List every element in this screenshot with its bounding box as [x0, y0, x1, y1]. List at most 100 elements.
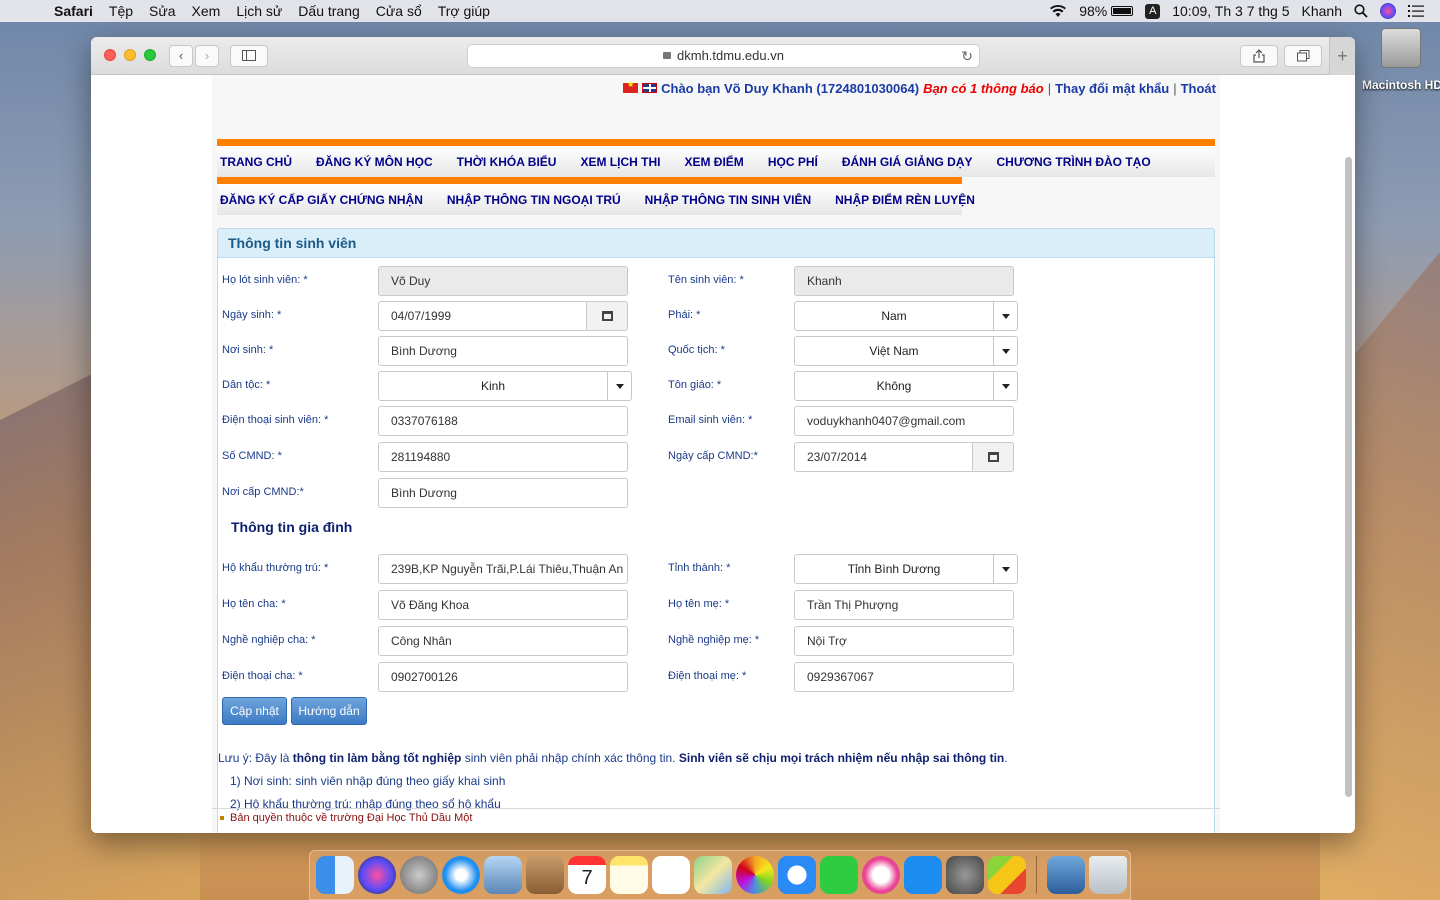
vertical-scrollbar[interactable] — [1345, 157, 1352, 797]
guide-button[interactable]: Hướng dẫn — [291, 697, 367, 725]
screen-sharing-icon[interactable] — [1047, 856, 1085, 894]
select-dan-toc[interactable]: Kinh — [378, 371, 632, 401]
chevron-down-icon — [993, 372, 1017, 400]
menu-status-area: 98% A 10:09, Th 3 7 thg 5 Khanh — [1049, 3, 1440, 19]
nav-course-registration[interactable]: ĐĂNG KÝ MÔN HỌC — [304, 155, 445, 169]
tabs-overview-button[interactable] — [1284, 45, 1322, 67]
note-mid: sinh viên phải nhập chính xác thông tin. — [461, 751, 679, 765]
input-email[interactable]: voduykhanh0407@gmail.com — [794, 406, 1014, 436]
input-dt-me[interactable]: 0929367067 — [794, 662, 1014, 692]
reload-icon[interactable]: ↻ — [961, 45, 973, 67]
menu-edit[interactable]: Sửa — [141, 3, 184, 19]
label-noi-sinh: Nơi sinh: * — [222, 344, 274, 356]
close-window-button[interactable] — [104, 49, 116, 61]
minimize-window-button[interactable] — [124, 49, 136, 61]
nav-grades[interactable]: XEM ĐIỂM — [672, 155, 755, 169]
vietnam-flag-icon[interactable] — [623, 80, 639, 93]
nav-home[interactable]: TRANG CHỦ — [217, 155, 304, 169]
update-button[interactable]: Cập nhật — [222, 697, 287, 725]
nav-exam-schedule[interactable]: XEM LỊCH THI — [568, 155, 672, 169]
calendar-icon[interactable] — [972, 443, 1013, 471]
input-ngay-cap[interactable]: 23/07/2014 — [794, 442, 1014, 472]
input-nghe-cha[interactable]: Công Nhân — [378, 626, 628, 656]
select-tinh-thanh[interactable]: Tỉnh Bình Dương — [794, 554, 1018, 584]
menu-view[interactable]: Xem — [184, 3, 229, 19]
reminders-icon[interactable] — [652, 856, 690, 894]
menu-window[interactable]: Cửa sổ — [368, 3, 430, 19]
share-button[interactable] — [1240, 45, 1278, 67]
input-ngay-sinh[interactable]: 04/07/1999 — [378, 301, 628, 331]
notes-icon[interactable] — [610, 856, 648, 894]
system-preferences-icon[interactable] — [946, 856, 984, 894]
wifi-icon[interactable] — [1049, 4, 1067, 18]
input-dien-thoai[interactable]: 0337076188 — [378, 406, 628, 436]
back-button[interactable]: ‹ — [169, 45, 193, 67]
input-ho-lot[interactable]: Võ Duy — [378, 266, 628, 296]
address-bar[interactable]: dkmh.tdmu.edu.vn ↻ — [467, 44, 980, 68]
nav-teaching-evaluation[interactable]: ĐÁNH GIÁ GIẢNG DẠY — [830, 155, 985, 169]
notification-center-icon[interactable] — [1408, 5, 1424, 17]
desktop-disk[interactable]: Macintosh HD — [1362, 28, 1440, 92]
logout-link[interactable]: Thoát — [1181, 81, 1216, 96]
note-bold-1: thông tin làm bằng tốt nghiệp — [292, 751, 462, 765]
siri-icon[interactable] — [1380, 3, 1396, 19]
input-ten-me[interactable]: Trần Thị Phượng — [794, 590, 1014, 620]
mail-icon[interactable] — [484, 856, 522, 894]
spotlight-icon[interactable] — [1354, 4, 1368, 18]
input-nghe-me[interactable]: Nội Trợ — [794, 626, 1014, 656]
user-name[interactable]: Khanh — [1302, 3, 1342, 19]
menu-bookmarks[interactable]: Dấu trang — [290, 3, 367, 19]
menu-app-name[interactable]: Safari — [46, 3, 101, 19]
menu-history[interactable]: Lịch sử — [228, 3, 290, 19]
nav-timetable[interactable]: THỜI KHÓA BIỂU — [445, 155, 569, 169]
siri-icon[interactable] — [358, 856, 396, 894]
menu-file[interactable]: Tệp — [101, 3, 141, 19]
messages-icon[interactable] — [778, 856, 816, 894]
photos-icon[interactable] — [736, 856, 774, 894]
calendar-icon[interactable]: 7 — [568, 856, 606, 894]
uk-flag-icon[interactable] — [642, 83, 658, 93]
maps-icon[interactable] — [694, 856, 732, 894]
change-password-link[interactable]: Thay đổi mật khẩu — [1055, 81, 1169, 96]
finder-icon[interactable] — [316, 856, 354, 894]
nav-tuition[interactable]: HỌC PHÍ — [756, 155, 830, 169]
nav-conduct-score[interactable]: NHẬP ĐIỂM RÈN LUYỆN — [823, 193, 987, 207]
menu-help[interactable]: Trợ giúp — [430, 3, 498, 19]
facetime-icon[interactable] — [820, 856, 858, 894]
clock[interactable]: 10:09, Th 3 7 thg 5 — [1172, 3, 1289, 19]
nav-curriculum[interactable]: CHƯƠNG TRÌNH ĐÀO TẠO — [985, 155, 1163, 169]
itunes-icon[interactable] — [862, 856, 900, 894]
input-dt-cha[interactable]: 0902700126 — [378, 662, 628, 692]
notification-link[interactable]: Bạn có 1 thông báo — [923, 81, 1044, 96]
input-so-cmnd[interactable]: 281194880 — [378, 442, 628, 472]
forward-button[interactable]: › — [195, 45, 219, 67]
select-phai[interactable]: Nam — [794, 301, 1018, 331]
bluestacks-icon[interactable] — [988, 856, 1026, 894]
label-ho-khau: Hộ khẩu thường trú: * — [222, 562, 329, 574]
nav-certificate-request[interactable]: ĐĂNG KÝ CẤP GIẤY CHỨNG NHẬN — [217, 193, 435, 207]
select-ton-giao[interactable]: Không — [794, 371, 1018, 401]
calendar-icon[interactable] — [586, 302, 627, 330]
input-ten[interactable]: Khanh — [794, 266, 1014, 296]
sidebar-toggle-button[interactable] — [230, 45, 268, 67]
trash-icon[interactable] — [1089, 856, 1127, 894]
input-ten-cha[interactable]: Võ Đăng Khoa — [378, 590, 628, 620]
input-noi-cap[interactable]: Bình Dương — [378, 478, 628, 508]
input-ho-khau[interactable]: 239B,KP Nguyễn Trãi,P.Lái Thiêu,Thuận An — [378, 554, 628, 584]
app-store-icon[interactable] — [904, 856, 942, 894]
launchpad-icon[interactable] — [400, 856, 438, 894]
new-tab-button[interactable]: + — [1329, 37, 1355, 75]
nav-residence-info[interactable]: NHẬP THÔNG TIN NGOẠI TRÚ — [435, 193, 633, 207]
battery-percent[interactable]: 98% — [1079, 3, 1134, 19]
select-quoc-tich[interactable]: Việt Nam — [794, 336, 1018, 366]
ngay-sinh-value: 04/07/1999 — [391, 309, 452, 323]
macos-menu-bar: Safari Tệp Sửa Xem Lịch sử Dấu trang Cửa… — [0, 0, 1440, 22]
input-source-icon[interactable]: A — [1145, 3, 1161, 19]
contacts-icon[interactable] — [526, 856, 564, 894]
note-prefix: Lưu ý: Đây là — [218, 751, 293, 765]
input-noi-sinh[interactable]: Bình Dương — [378, 336, 628, 366]
zoom-window-button[interactable] — [144, 49, 156, 61]
safari-icon[interactable] — [442, 856, 480, 894]
note-bold-2: Sinh viên sẽ chịu mọi trách nhiệm nếu nh… — [678, 751, 1005, 765]
nav-student-info[interactable]: NHẬP THÔNG TIN SINH VIÊN — [633, 193, 823, 207]
